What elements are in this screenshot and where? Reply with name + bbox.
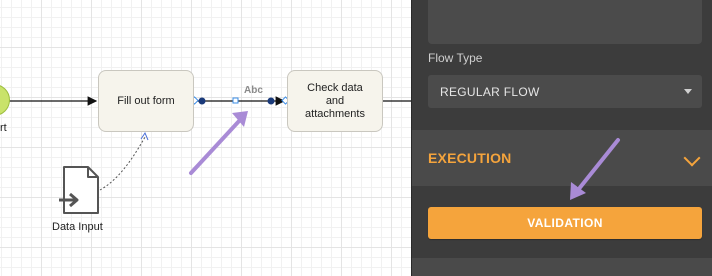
task-label-line: Check data (307, 81, 363, 94)
sequence-flow-label[interactable]: Abc (244, 85, 263, 96)
flow-type-value: REGULAR FLOW (440, 84, 540, 99)
properties-panel: Flow Type REGULAR FLOW EXECUTION VALIDAT… (411, 0, 712, 276)
task-fill-out-form[interactable]: Fill out form (98, 70, 194, 132)
description-textarea[interactable] (428, 0, 702, 44)
task-check-data[interactable]: Check data and attachments (287, 70, 383, 132)
task-label-line: attachments (305, 107, 365, 120)
handle-midpoint[interactable] (232, 97, 239, 104)
execution-section-title: EXECUTION (428, 150, 512, 166)
handle-dot-1[interactable] (198, 97, 206, 105)
caret-down-icon (684, 89, 692, 94)
flow-type-label: Flow Type (428, 51, 483, 65)
execution-section-header[interactable]: EXECUTION (412, 130, 712, 186)
diagram-connections (8, 96, 411, 214)
chevron-down-icon[interactable] (683, 149, 701, 167)
process-canvas[interactable]: rt Fill out form Check data and attachme… (0, 0, 411, 276)
data-input-label: Data Input (52, 221, 103, 233)
start-event-label: rt (0, 122, 7, 134)
data-association[interactable] (99, 136, 146, 191)
handle-dot-2[interactable] (267, 97, 275, 105)
task-label-line: Fill out form (117, 94, 175, 107)
task-label-line: and (325, 94, 345, 107)
next-section-header[interactable] (412, 258, 712, 276)
data-association-arrow-icon (140, 131, 149, 141)
flow-type-select[interactable]: REGULAR FLOW (428, 75, 702, 108)
validation-button[interactable]: VALIDATION (428, 207, 702, 239)
document-arrow-icon[interactable] (59, 166, 99, 214)
